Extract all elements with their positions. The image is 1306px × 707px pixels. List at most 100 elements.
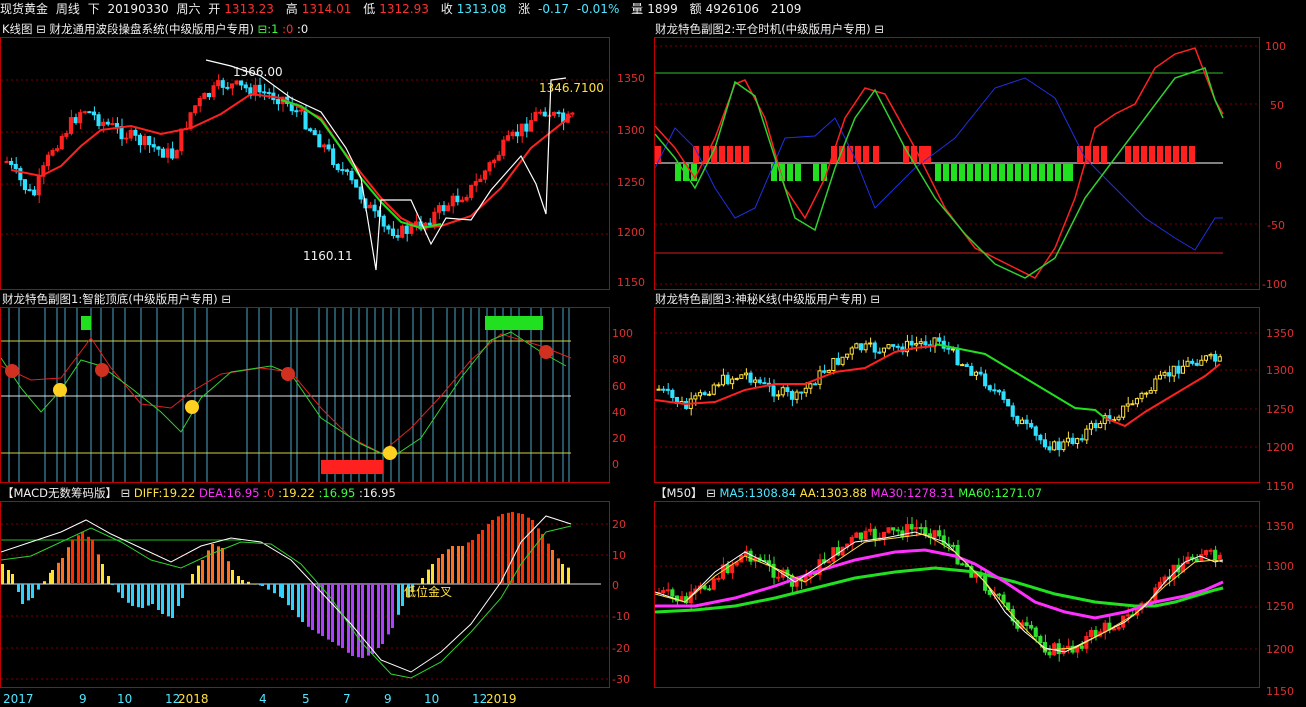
macd-hist-bar [557, 558, 560, 584]
candle-body [918, 526, 923, 529]
candle-body [68, 117, 74, 134]
top-marker [5, 364, 19, 378]
candle-body [459, 199, 464, 203]
candle-body [725, 374, 730, 385]
macd-hist-bar [91, 540, 94, 584]
candle-body [225, 86, 230, 89]
nav-label[interactable]: 下 [88, 2, 100, 16]
candle-body [542, 111, 547, 117]
candle-body [128, 129, 133, 139]
ma-white-line [655, 531, 1224, 653]
macd-hist-bar [477, 534, 480, 584]
macd-hist-bar [537, 528, 540, 584]
period-label[interactable]: 周线 [56, 2, 80, 16]
candle-body [1116, 416, 1121, 421]
candle-body [702, 392, 707, 395]
time-tick: 12 [472, 692, 488, 706]
candle-body [45, 154, 51, 167]
ma60-green-line [655, 566, 1224, 614]
candle-body [665, 589, 670, 592]
candle-body [1125, 614, 1130, 617]
candle-body [156, 146, 161, 150]
sub2-ytick: -50 [1267, 219, 1285, 232]
sub2-green-bar [1023, 164, 1029, 181]
macd-hist-bar [57, 562, 60, 584]
candle-body [487, 162, 492, 172]
candle-body [335, 164, 340, 171]
close-value: 1313.08 [456, 2, 507, 16]
candle-body [950, 348, 955, 351]
macd-hist-bar [151, 584, 154, 604]
candle-body [91, 111, 97, 116]
sub3-green-line [934, 343, 1106, 419]
candle-body [665, 388, 670, 391]
candle-body [826, 369, 831, 373]
k-panel-title[interactable]: K线图 ⊟ 财龙通用波段操盘系统(中级版用户专用) ⊟:1 :0 :0 [2, 21, 308, 37]
candle-body [174, 150, 179, 159]
k-ytick: 1250 [617, 176, 645, 189]
candle-body [473, 181, 478, 186]
candle-body [160, 148, 165, 158]
candle-body [1024, 419, 1029, 425]
candle-body [27, 189, 32, 192]
sub2-red-bar [1125, 146, 1131, 163]
candle-body [707, 588, 712, 591]
candle-body [1006, 398, 1011, 407]
sub2-red-bar [1093, 146, 1099, 163]
k-annot-last: 1346.7100 [539, 81, 604, 95]
macd-hist-bar [131, 584, 134, 606]
candle-body [510, 131, 515, 137]
sub2-chart[interactable] [655, 38, 1259, 289]
k-param-1: :0 [282, 22, 294, 36]
candle-body [4, 160, 9, 163]
candle-body [469, 184, 474, 198]
candle-body [78, 112, 83, 124]
candle-body [229, 83, 234, 89]
macd-hist-bar [507, 512, 510, 584]
candle-body [1102, 622, 1107, 633]
candle-body [872, 528, 877, 540]
sub2-panel-title[interactable]: 财龙特色副图2:平仓时机(中级版用户专用) ⊟ [655, 21, 884, 37]
time-tick: 2019 [486, 692, 517, 706]
candle-body [918, 341, 923, 345]
candle-body [1130, 403, 1135, 406]
change-pct: -0.01% [576, 2, 620, 16]
high-group: 高 1314.01 [286, 2, 356, 16]
sub1-chart[interactable] [1, 308, 609, 482]
ma-chart[interactable] [655, 502, 1259, 687]
candle-body [188, 112, 193, 129]
sub2-red-bar [1181, 146, 1187, 163]
macd-hist-bar [161, 584, 164, 614]
macd-histogram [1, 512, 570, 658]
candle-body [1015, 415, 1020, 425]
sub3-chart[interactable] [655, 308, 1259, 482]
sub3-ytick: 1350 [1266, 327, 1294, 340]
macd-hist-bar [177, 584, 180, 606]
macd-hist-bar [147, 584, 150, 606]
ma-panel-title[interactable]: 【M50】 ⊟ MA5:1308.84 AA:1303.88 MA30:1278… [655, 485, 1042, 501]
candle-body [771, 563, 776, 578]
candle-body [303, 109, 308, 130]
sub3-panel-title[interactable]: 财龙特色副图3:神秘K线(中级版用户专用) ⊟ [655, 291, 880, 307]
sub1-panel-title[interactable]: 财龙特色副图1:智能顶底(中级版用户专用) ⊟ [2, 291, 231, 307]
candle-body [1116, 626, 1121, 630]
time-tick: 7 [343, 692, 351, 706]
sub1-ytick: 100 [612, 327, 633, 340]
k-chart[interactable]: 1366.00 1160.11 1346.7100 [1, 38, 609, 289]
candle-body [266, 92, 271, 95]
candle-body [1024, 622, 1029, 626]
candle-body [496, 154, 501, 161]
macd-hist-bar [21, 584, 24, 604]
candle-body [789, 391, 794, 400]
macd-hist-bar [471, 540, 474, 584]
candle-body [1194, 558, 1199, 562]
bar-weekday: 周六 [176, 2, 201, 16]
change-group: 涨 -0.17 -0.01% [518, 2, 623, 16]
sub2-red-bar [1173, 146, 1179, 163]
macd-panel-title[interactable]: 【MACD无数筹码版】 ⊟ DIFF:19.22 DEA:16.95 :0 :1… [2, 485, 396, 501]
sub2-green-bar [795, 164, 801, 181]
time-tick: 2017 [3, 692, 34, 706]
symbol-name[interactable]: 现货黄金 [0, 2, 48, 16]
candle-body [1203, 550, 1209, 556]
macd-chart[interactable]: 低位金叉 [1, 502, 609, 687]
